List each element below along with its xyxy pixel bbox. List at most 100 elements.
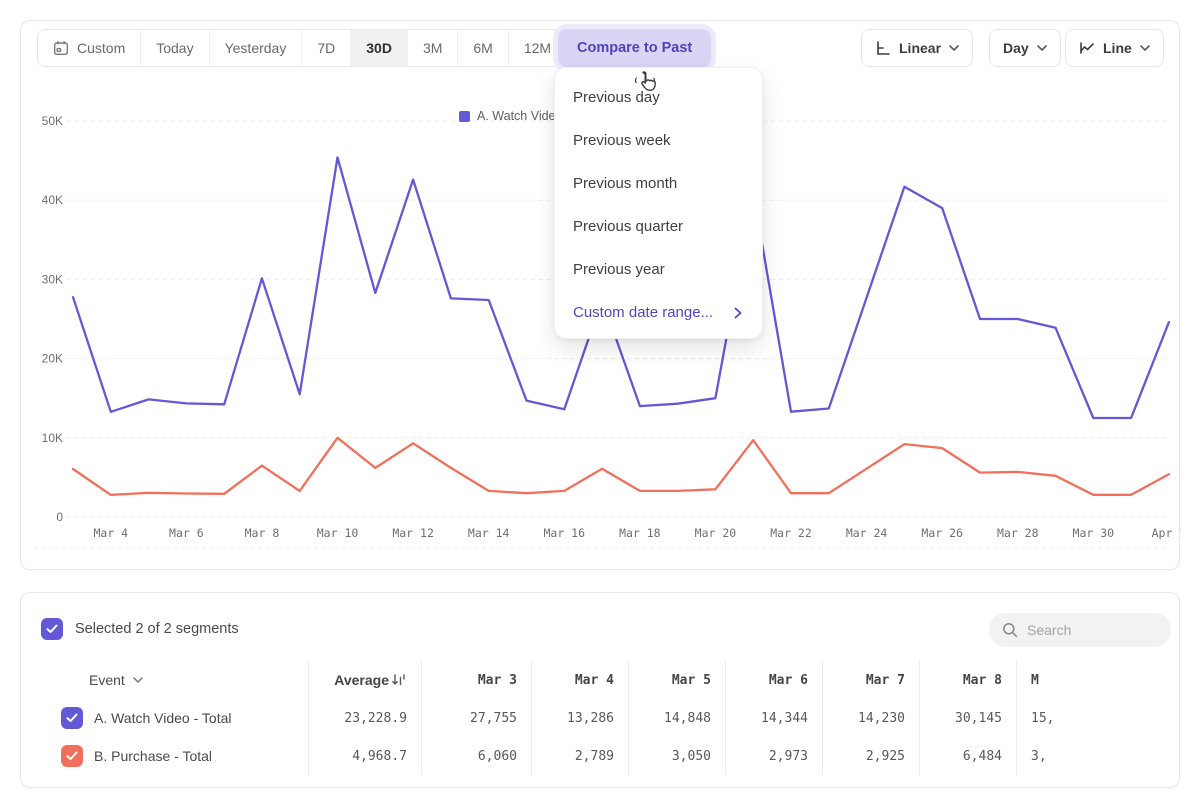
x-axis-tick: Mar 26 bbox=[921, 526, 963, 540]
range-button-custom[interactable]: Custom bbox=[38, 30, 140, 66]
menu-item-previous-year[interactable]: Previous year bbox=[555, 248, 762, 291]
menu-item-label: Previous week bbox=[573, 132, 671, 149]
date-header-label: Mar 4 bbox=[575, 673, 614, 688]
range-label: Today bbox=[156, 40, 193, 56]
date-column-header[interactable]: Mar 4 bbox=[531, 661, 628, 699]
average-header-label: Average bbox=[334, 672, 389, 688]
date-column-header[interactable]: Mar 6 bbox=[725, 661, 822, 699]
series-line-purchase[interactable] bbox=[73, 438, 1169, 495]
interval-label: Day bbox=[1003, 40, 1029, 56]
x-axis-tick: Mar 6 bbox=[169, 526, 204, 540]
event-header-label: Event bbox=[89, 672, 125, 688]
range-label: 7D bbox=[317, 40, 335, 56]
segment-checkbox[interactable] bbox=[61, 707, 83, 729]
search-icon bbox=[1002, 622, 1018, 638]
table-value: 2,925 bbox=[822, 737, 919, 775]
table-value: 14,848 bbox=[628, 699, 725, 737]
date-column-header[interactable]: Mar 3 bbox=[421, 661, 531, 699]
x-axis-tick: Mar 10 bbox=[317, 526, 359, 540]
range-button-6m[interactable]: 6M bbox=[457, 30, 507, 66]
segment-search bbox=[989, 613, 1171, 647]
segment-row-label[interactable]: B. Purchase - Total bbox=[41, 737, 308, 775]
table-value: 6,484 bbox=[919, 737, 1016, 775]
compare-to-past-button[interactable]: Compare to Past bbox=[558, 29, 711, 67]
x-axis-tick: Apr 1 bbox=[1152, 526, 1181, 540]
date-header-label: Mar 5 bbox=[672, 673, 711, 688]
range-label: Yesterday bbox=[225, 40, 287, 56]
chart-toolbar: CustomTodayYesterday7D30D3M6M12M Compare… bbox=[21, 29, 1179, 67]
date-header-label: Mar 3 bbox=[478, 673, 517, 688]
date-header-label: Mar 8 bbox=[963, 673, 1002, 688]
event-column-header[interactable]: Event bbox=[41, 661, 308, 699]
date-header-label: Mar 6 bbox=[769, 673, 808, 688]
table-value: 14,230 bbox=[822, 699, 919, 737]
x-axis-tick: Mar 28 bbox=[997, 526, 1039, 540]
segment-checkbox[interactable] bbox=[61, 745, 83, 767]
line-chart-icon bbox=[1079, 40, 1095, 56]
check-icon bbox=[66, 713, 78, 723]
menu-item-label: Custom date range... bbox=[573, 304, 713, 321]
sort-descending-icon bbox=[391, 673, 407, 687]
x-axis-tick: Mar 20 bbox=[695, 526, 737, 540]
chevron-down-icon bbox=[133, 677, 143, 683]
table-value: 3,050 bbox=[628, 737, 725, 775]
table-value: 2,789 bbox=[531, 737, 628, 775]
date-range-picker: CustomTodayYesterday7D30D3M6M12M bbox=[37, 29, 567, 67]
menu-item-label: Previous year bbox=[573, 261, 665, 278]
x-axis-tick: Mar 12 bbox=[392, 526, 434, 540]
range-button-30d[interactable]: 30D bbox=[350, 30, 407, 66]
segment-row-label[interactable]: A. Watch Video - Total bbox=[41, 699, 308, 737]
scale-select-button[interactable]: Linear bbox=[861, 29, 973, 67]
interval-select-button[interactable]: Day bbox=[989, 29, 1061, 67]
x-axis-tick: Mar 16 bbox=[543, 526, 585, 540]
legend-swatch bbox=[459, 111, 470, 122]
menu-item-label: Previous month bbox=[573, 175, 677, 192]
submenu-arrow-icon bbox=[734, 307, 742, 319]
search-input[interactable] bbox=[1027, 622, 1157, 638]
date-header-label: Mar 7 bbox=[866, 673, 905, 688]
date-column-header[interactable]: Mar 7 bbox=[822, 661, 919, 699]
segments-card: Selected 2 of 2 segments EventAverageMar… bbox=[20, 592, 1180, 788]
menu-item-previous-month[interactable]: Previous month bbox=[555, 162, 762, 205]
y-axis-tick: 40K bbox=[42, 193, 63, 207]
menu-item-custom-date-range[interactable]: Custom date range... bbox=[555, 291, 762, 334]
segments-table: Event Average Mar 3 Mar 4 Mar 5 Mar 6 Mar 7 Mar… bbox=[41, 661, 1091, 775]
x-axis-tick: Mar 30 bbox=[1073, 526, 1115, 540]
menu-item-previous-quarter[interactable]: Previous quarter bbox=[555, 205, 762, 248]
y-axis-tick: 0 bbox=[56, 510, 63, 524]
x-axis-tick: Mar 4 bbox=[93, 526, 128, 540]
range-label: Custom bbox=[77, 40, 125, 56]
chart-type-select-button[interactable]: Line bbox=[1065, 29, 1164, 67]
range-button-7d[interactable]: 7D bbox=[301, 30, 350, 66]
segments-table-wrapper[interactable]: Event Average Mar 3 Mar 4 Mar 5 Mar 6 Mar 7 Mar… bbox=[41, 661, 1091, 775]
legend-label: A. Watch Video bbox=[477, 109, 562, 123]
range-button-today[interactable]: Today bbox=[140, 30, 208, 66]
y-axis-tick: 20K bbox=[42, 352, 63, 366]
clipped-header-label: M bbox=[1031, 673, 1039, 688]
menu-item-label: Previous quarter bbox=[573, 218, 683, 235]
range-label: 6M bbox=[473, 40, 492, 56]
date-column-header[interactable]: Mar 5 bbox=[628, 661, 725, 699]
segment-name: A. Watch Video - Total bbox=[94, 710, 231, 726]
range-label: 3M bbox=[423, 40, 442, 56]
x-axis-tick: Mar 8 bbox=[245, 526, 280, 540]
average-column-header[interactable]: Average bbox=[308, 661, 421, 699]
clipped-column-header: M bbox=[1016, 661, 1091, 699]
x-axis-tick: Mar 18 bbox=[619, 526, 661, 540]
chevron-down-icon bbox=[949, 45, 959, 51]
check-icon bbox=[66, 751, 78, 761]
clipped-table-value: 3, bbox=[1016, 737, 1091, 775]
menu-item-previous-day[interactable]: Previous day bbox=[555, 76, 762, 119]
table-value: 6,060 bbox=[421, 737, 531, 775]
range-label: 30D bbox=[366, 40, 392, 56]
legend-item-watch-video[interactable]: A. Watch Video bbox=[459, 109, 562, 123]
date-column-header[interactable]: Mar 8 bbox=[919, 661, 1016, 699]
average-value: 4,968.7 bbox=[308, 737, 421, 775]
range-button-3m[interactable]: 3M bbox=[407, 30, 457, 66]
select-all-checkbox[interactable] bbox=[41, 618, 63, 640]
menu-item-previous-week[interactable]: Previous week bbox=[555, 119, 762, 162]
range-button-yesterday[interactable]: Yesterday bbox=[209, 30, 302, 66]
table-value: 30,145 bbox=[919, 699, 1016, 737]
chart-type-label: Line bbox=[1103, 40, 1132, 56]
table-value: 2,973 bbox=[725, 737, 822, 775]
